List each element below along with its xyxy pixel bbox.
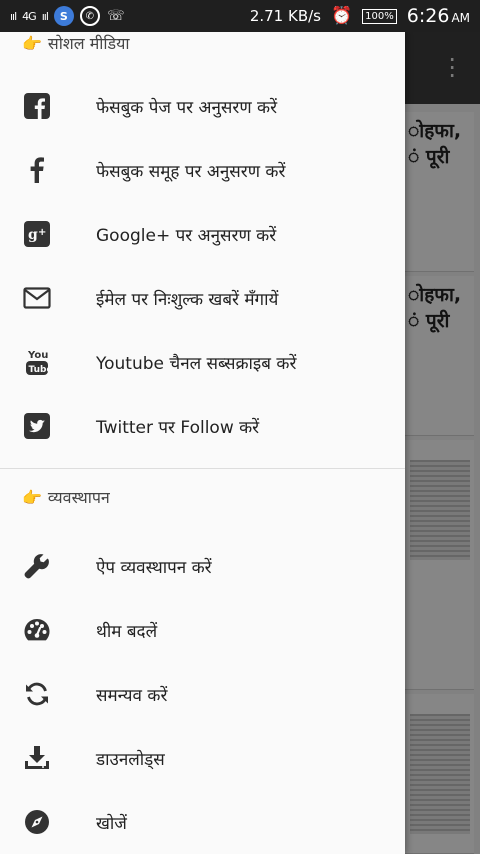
- drawer-item-label: डाउनलोड्स: [96, 749, 165, 770]
- drawer-item-downloads[interactable]: डाउनलोड्स: [0, 726, 405, 790]
- google-plus-icon: g +: [22, 219, 52, 249]
- download-icon: [22, 743, 52, 773]
- navigation-drawer: 👉 सोशल मीडिया फेसबुक पेज पर अनुसरण करें …: [0, 32, 405, 854]
- pointing-hand-icon: 👉: [22, 487, 42, 507]
- drawer-item-change-theme[interactable]: थीम बदलें: [0, 598, 405, 662]
- drawer-item-label: फेसबुक पेज पर अनुसरण करें: [96, 97, 278, 118]
- drawer-item-label: ऐप व्यवस्थापन करें: [96, 557, 212, 578]
- wrench-icon: [22, 551, 52, 581]
- chat-icon: ☏: [107, 8, 125, 24]
- drawer-item-label: थीम बदलें: [96, 621, 158, 642]
- drawer-item-explore[interactable]: खोजें: [0, 790, 405, 854]
- drawer-item-label: फेसबुक समूह पर अनुसरण करें: [96, 161, 286, 182]
- drawer-item-facebook-group[interactable]: फेसबुक समूह पर अनुसरण करें: [0, 138, 405, 202]
- drawer-item-label: Google+ पर अनुसरण करें: [96, 225, 277, 246]
- email-icon: [22, 283, 52, 313]
- twitter-icon: [22, 411, 52, 441]
- app-notification-icon: S: [53, 6, 74, 26]
- pointing-hand-icon: 👉: [22, 33, 42, 53]
- section-header-social: 👉 सोशल मीडिया: [22, 33, 130, 54]
- alarm-icon: ⏰: [331, 6, 353, 26]
- signal-icon-2: ııl: [41, 9, 49, 23]
- svg-text:+: +: [38, 227, 46, 238]
- drawer-item-twitter[interactable]: Twitter पर Follow करें: [0, 394, 405, 458]
- drawer-item-facebook-page[interactable]: फेसबुक पेज पर अनुसरण करें: [0, 74, 405, 138]
- drawer-item-label: खोजें: [96, 813, 127, 834]
- svg-text:g: g: [28, 227, 38, 243]
- drawer-item-sync[interactable]: समन्यव करें: [0, 662, 405, 726]
- section-divider: [0, 468, 405, 469]
- clock-ampm: AM: [451, 11, 470, 25]
- drawer-item-google-plus[interactable]: g + Google+ पर अनुसरण करें: [0, 202, 405, 266]
- palette-icon: [22, 615, 52, 645]
- drawer-item-label: ईमेल पर निःशुल्क खबरें मँगायें: [96, 289, 279, 310]
- compass-icon: [22, 807, 52, 837]
- svg-text:You: You: [27, 350, 48, 361]
- network-type: 4G: [22, 9, 36, 23]
- drawer-item-email[interactable]: ईमेल पर निःशुल्क खबरें मँगायें: [0, 266, 405, 330]
- drawer-item-label: Youtube चैनल सब्सक्राइब करें: [96, 353, 297, 374]
- status-bar: ııl 4G ııl S ✆ ☏ 2.71 KB/s ⏰ 100% 6:26 AM: [0, 0, 480, 32]
- signal-icon: ııl: [10, 9, 17, 23]
- drawer-item-label: Twitter पर Follow करें: [96, 417, 260, 438]
- clock: 6:26: [406, 5, 450, 27]
- battery-icon: 100%: [362, 8, 397, 24]
- drawer-item-label: समन्यव करें: [96, 685, 168, 706]
- sync-icon: [22, 679, 52, 709]
- drawer-item-app-settings[interactable]: ऐप व्यवस्थापन करें: [0, 534, 405, 598]
- facebook-f-icon: [22, 155, 52, 185]
- whatsapp-icon: ✆: [79, 6, 100, 26]
- network-speed: 2.71 KB/s: [249, 7, 321, 25]
- drawer-item-youtube[interactable]: You Tube Youtube चैनल सब्सक्राइब करें: [0, 330, 405, 394]
- svg-text:Tube: Tube: [29, 365, 51, 375]
- section-header-manage: 👉 व्यवस्थापन: [22, 487, 110, 508]
- facebook-square-icon: [22, 91, 52, 121]
- youtube-icon: You Tube: [22, 347, 52, 377]
